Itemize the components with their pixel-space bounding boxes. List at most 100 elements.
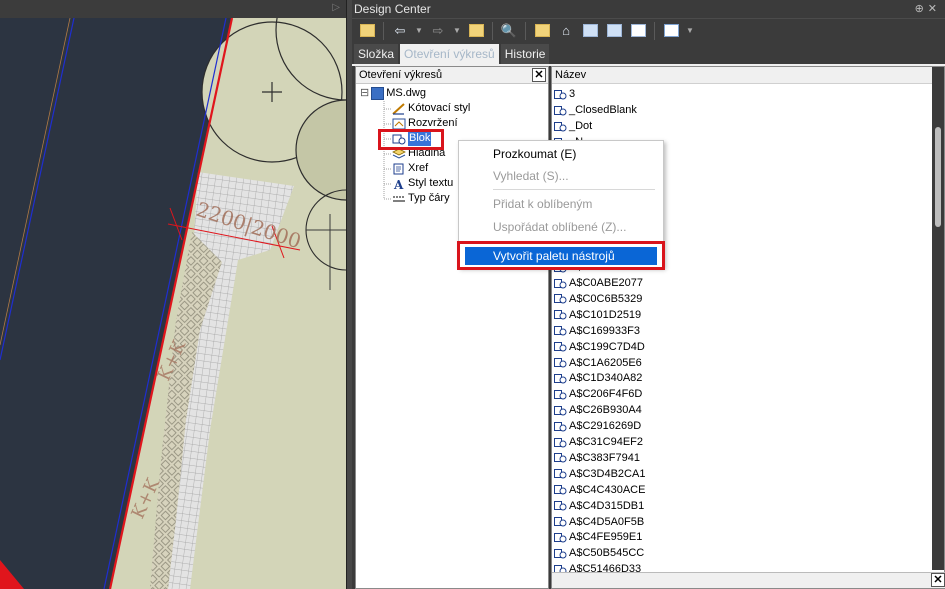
list-item[interactable]: A$C383F7941 [554,450,640,466]
list-item-label: A$C2916269D [569,420,642,433]
tab-folders[interactable]: Složka [354,44,399,64]
list-item-label: _Dot [569,120,593,132]
back-icon[interactable]: ⇦ [389,21,411,41]
block-icon [554,325,567,336]
menu-item-organize-favorites[interactable]: Uspořádat oblíbené (Z)... [459,216,663,238]
list-item[interactable]: A$C2916269D [554,418,641,434]
list-item[interactable]: A$C0C6B5329 [554,291,642,307]
list-item-label: A$C26B930A4 [569,404,642,417]
list-item[interactable]: A$C206F4F6D [554,386,642,402]
list-item[interactable]: 3 [554,86,575,102]
tab-history[interactable]: Historie [500,44,550,64]
list-item-label: _ClosedBlank [569,104,637,116]
menu-item-explore[interactable]: Prozkoumat (E) [459,143,663,165]
panel-title: Design Center [354,2,431,16]
list-item[interactable]: A$C199C7D4D [554,339,645,355]
up-folder-icon[interactable] [465,21,487,41]
block-icon [554,389,567,400]
views-dropdown-icon[interactable]: ▼ [684,21,696,41]
block-icon [554,341,567,352]
list-item-label: A$C0C6B5329 [569,292,643,305]
expand-arrow-icon[interactable]: ▷ [332,2,340,13]
list-item-label: A$C101D2519 [569,308,642,321]
menu-item-search[interactable]: Vyhledat (S)... [459,165,663,187]
block-icon [554,121,567,132]
list-item[interactable]: A$C50B545CC [554,545,644,561]
toolbar: ⇦ ▼ ⇨ ▼ 🔍 ⌂ ▼ [352,18,945,42]
block-icon [554,105,567,116]
preview-icon[interactable] [603,21,625,41]
list-item[interactable]: _ClosedBlank [554,102,637,118]
list-item[interactable]: _Dot [554,118,592,134]
close-tree-icon[interactable]: ✕ [532,68,546,82]
design-center-panel: Design Center ⊕✕ ⇦ ▼ ⇨ ▼ 🔍 ⌂ ▼ Složka Ot [352,0,945,589]
list-item-label: A$C169933F3 [569,324,640,337]
block-icon [554,421,567,432]
menu-highlight-box [457,241,665,270]
vertical-scrollbar[interactable] [932,67,944,570]
home-icon[interactable]: ⌂ [555,21,577,41]
views-icon[interactable] [660,21,682,41]
forward-icon[interactable]: ⇨ [427,21,449,41]
list-item-label: A$C1D340A82 [569,372,643,385]
list-item[interactable]: A$C169933F3 [554,323,640,339]
block-icon [554,437,567,448]
drawing-top-strip: ▷ [0,0,346,18]
blok-highlight-box [378,129,444,150]
list-item[interactable]: A$C4D315DB1 [554,498,644,514]
list-item[interactable]: A$C4D5A0F5B [554,514,644,530]
block-icon [554,309,567,320]
list-column-header[interactable]: Název [552,67,944,84]
list-item[interactable]: A$C3D4B2CA1 [554,466,645,482]
load-icon[interactable] [356,21,378,41]
tree-view-toggle-icon[interactable] [579,21,601,41]
preview-bar: ✕ [552,572,945,588]
list-item[interactable]: A$C1D340A82 [554,370,642,386]
list-item-label: A$C1A6205E6 [569,356,642,369]
list-item-label: A$C0ABE2077 [569,277,643,289]
list-item-label: A$C4D5A0F5B [569,515,645,528]
list-item[interactable]: A$C0ABE2077 [554,275,643,291]
block-icon [554,373,567,384]
tree-header: Otevření výkresů ✕ [356,67,548,84]
scrollbar-thumb[interactable] [935,127,941,227]
favorites-icon[interactable] [531,21,553,41]
block-icon [554,89,567,100]
pin-icon[interactable]: ⊕ [915,3,928,15]
forward-dropdown-icon[interactable]: ▼ [451,21,463,41]
block-icon [554,293,567,304]
list-item-label: A$C206F4F6D [569,388,643,401]
search-icon[interactable]: 🔍 [498,21,520,41]
block-icon [554,516,567,527]
list-item-label: 3 [569,88,576,100]
back-dropdown-icon[interactable]: ▼ [413,21,425,41]
tab-open-drawings[interactable]: Otevření výkresů [400,44,499,64]
block-icon [554,484,567,495]
list-item-label: A$C50B545CC [569,547,645,560]
list-item-label: A$C31C94EF2 [569,436,643,448]
drawing-svg: 2200|2000 K+K K+K [0,0,346,589]
block-icon [554,548,567,559]
block-icon [554,468,567,479]
block-icon [554,532,567,543]
list-item[interactable]: A$C31C94EF2 [554,434,643,450]
list-item[interactable]: A$C4C430ACE [554,482,645,498]
list-item[interactable]: A$C26B930A4 [554,402,642,418]
list-item-label: A$C199C7D4D [569,340,645,353]
drawing-canvas[interactable]: 2200|2000 K+K K+K ▷ [0,0,346,589]
block-icon [554,500,567,511]
tree-item-label: Kótovací styl [408,102,471,114]
menu-item-add-favorite[interactable]: Přidat k oblíbeným [459,193,663,215]
list-item-label: A$C3D4B2CA1 [569,467,646,480]
screen: 2200|2000 K+K K+K ▷ Design Center ⊕✕ ⇦ ▼… [0,0,945,589]
list-item[interactable]: A$C101D2519 [554,307,641,323]
close-preview-icon[interactable]: ✕ [931,573,945,587]
close-panel-icon[interactable]: ✕ [928,3,941,15]
block-icon [554,405,567,416]
list-item[interactable]: A$C1A6205E6 [554,355,642,371]
block-icon [554,452,567,463]
design-center-titlebar[interactable]: Design Center ⊕✕ [352,0,945,18]
description-icon[interactable] [627,21,649,41]
list-item[interactable]: A$C4FE959E1 [554,529,642,545]
list-item-label: A$C383F7941 [569,451,640,464]
